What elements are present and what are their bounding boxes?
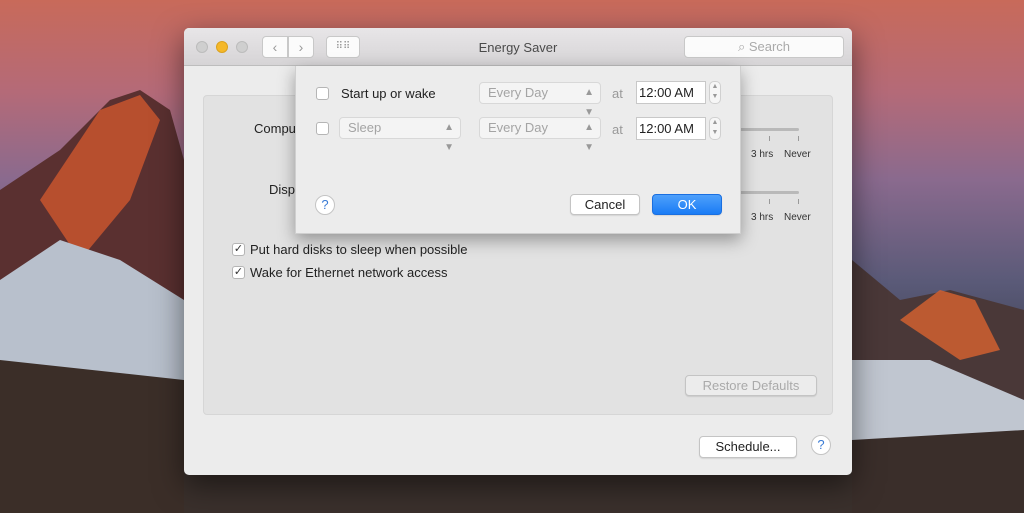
tick-label-3hrs: 3 hrs: [751, 212, 774, 223]
startup-time-stepper[interactable]: ▲ ▼: [709, 81, 721, 104]
select-value: Every Day: [488, 85, 548, 100]
cancel-button[interactable]: Cancel: [570, 194, 640, 215]
startup-checkbox[interactable]: [316, 87, 329, 100]
wake-ethernet-checkbox[interactable]: ✓: [232, 266, 245, 279]
hard-disk-sleep-option[interactable]: ✓ Put hard disks to sleep when possible: [232, 242, 468, 257]
restore-defaults-button[interactable]: Restore Defaults: [685, 375, 817, 396]
option-label: Wake for Ethernet network access: [250, 265, 448, 280]
schedule-button[interactable]: Schedule...: [699, 436, 797, 458]
at-label: at: [612, 86, 623, 101]
search-input[interactable]: ⌕ Search: [684, 36, 844, 58]
search-icon: ⌕: [737, 39, 746, 54]
wake-ethernet-option[interactable]: ✓ Wake for Ethernet network access: [232, 265, 448, 280]
sleep-time-stepper[interactable]: ▲ ▼: [709, 117, 721, 140]
sheet-help-button[interactable]: ?: [315, 195, 335, 215]
schedule-sheet: Start up or wake Every Day ▲ ▼ at 12:00 AM…: [295, 66, 741, 234]
tick-label-never: Never: [784, 212, 811, 223]
select-value: Sleep: [348, 120, 382, 135]
updown-arrows-icon: ▲ ▼: [444, 122, 454, 153]
option-label: Put hard disks to sleep when possible: [250, 242, 468, 257]
tick-label-never: Never: [784, 149, 811, 160]
select-value: Every Day: [488, 120, 548, 135]
title-bar: ‹ › ⠿⠿ Energy Saver ⌕ Search: [184, 28, 852, 66]
tick-label-3hrs: 3 hrs: [751, 149, 774, 160]
startup-label: Start up or wake: [341, 86, 436, 101]
hard-disk-sleep-checkbox[interactable]: ✓: [232, 243, 245, 256]
sleep-checkbox[interactable]: [316, 122, 329, 135]
search-placeholder: Search: [748, 39, 791, 54]
sleep-time-field[interactable]: 12:00 AM: [636, 117, 706, 140]
startup-frequency-select[interactable]: Every Day ▲ ▼: [479, 82, 601, 118]
tick: [798, 199, 799, 204]
ok-button[interactable]: OK: [652, 194, 722, 215]
tick: [769, 136, 770, 141]
sleep-frequency-select[interactable]: Every Day ▲ ▼: [479, 117, 601, 153]
tick: [769, 199, 770, 204]
help-button[interactable]: ?: [811, 435, 831, 455]
tick: [798, 136, 799, 141]
startup-time-field[interactable]: 12:00 AM: [636, 81, 706, 104]
at-label: at: [612, 122, 623, 137]
sleep-event-select[interactable]: Sleep ▲ ▼: [339, 117, 461, 153]
updown-arrows-icon: ▲ ▼: [584, 122, 594, 153]
